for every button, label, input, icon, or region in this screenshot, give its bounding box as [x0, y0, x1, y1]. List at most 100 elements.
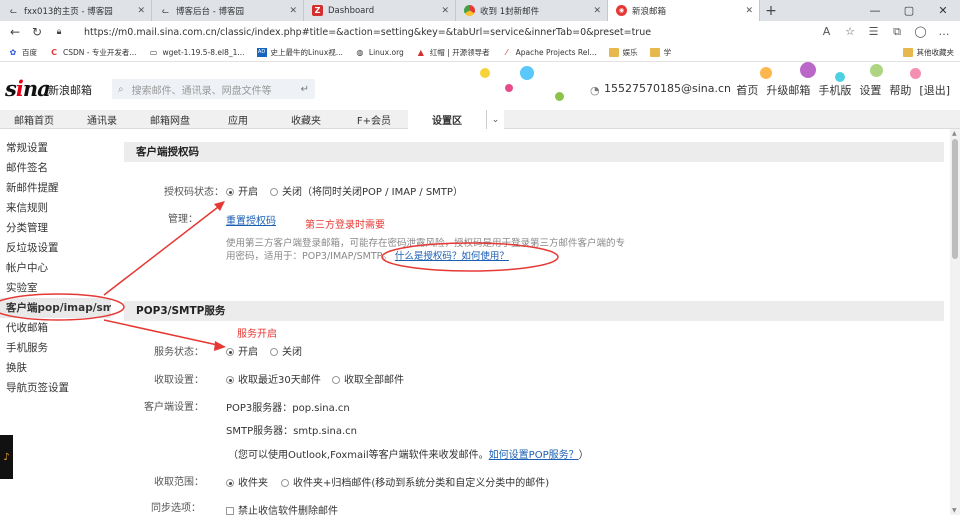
pop-help-link[interactable]: 如何设置POP服务？ [489, 450, 579, 461]
refresh-icon[interactable]: ↻ [28, 25, 46, 39]
browser-tab[interactable]: 收到 1封新邮件 ✕ [456, 0, 608, 21]
scroll-up-icon[interactable]: ▲ [952, 130, 957, 137]
service-off-radio[interactable]: 关闭 [270, 343, 302, 358]
auth-off-radio[interactable]: 关闭（将同时关闭POP / IMAP / SMTP） [270, 183, 463, 198]
browser-tab[interactable]: ᓚ fxx013的主页 - 博客园 ✕ [0, 0, 152, 21]
account-menu[interactable]: ◔ 15527570185@sina.cn ⌄ [590, 82, 743, 97]
music-note-icon[interactable]: ♪ [0, 435, 13, 479]
close-icon[interactable]: ✕ [137, 6, 145, 16]
bookmark-folder-study[interactable]: 学 [649, 47, 671, 58]
service-on-radio[interactable]: 开启 [226, 343, 258, 358]
tab-netdisk[interactable]: 邮箱网盘 [136, 110, 204, 129]
minimize-icon[interactable]: — [858, 0, 892, 21]
tab-contacts[interactable]: 通讯录 [68, 110, 136, 129]
url-field[interactable]: https://m0.mail.sina.com.cn/classic/inde… [80, 24, 817, 41]
close-icon[interactable]: ✕ [745, 6, 753, 16]
collections-icon[interactable]: ⧉ [887, 25, 907, 39]
browser-tab-active[interactable]: ◉ 新浪邮箱 ✕ [608, 0, 760, 21]
lock-icon[interactable]: 🔒︎ [50, 27, 68, 37]
tab-favorites[interactable]: 收藏夹 [272, 110, 340, 129]
scroll-down-icon[interactable]: ▼ [952, 507, 957, 514]
bookmark-csdn[interactable]: C CSDN - 专业开发者... [49, 47, 136, 58]
receive-30days-radio[interactable]: 收取最近30天邮件 [226, 371, 321, 386]
nav-mobile[interactable]: 手机版 [818, 82, 851, 98]
maximize-icon[interactable]: ▢ [892, 0, 926, 21]
browser-tab[interactable]: Z Dashboard ✕ [304, 0, 456, 21]
receive-all-radio[interactable]: 收取全部邮件 [332, 371, 404, 386]
sidebar-item-antispam[interactable]: 反垃圾设置 [0, 238, 111, 258]
tab-title: Dashboard [328, 5, 375, 16]
scrollbar[interactable]: ▲ ▼ [950, 129, 960, 515]
read-aloud-icon[interactable]: A [817, 25, 837, 38]
bookmark-label: 娱乐 [622, 47, 638, 57]
bookmark-redhat[interactable]: ▲ 红帽 | 开源领导者 [416, 47, 490, 58]
more-icon[interactable]: … [934, 25, 954, 38]
nav-logout[interactable]: [退出] [919, 82, 950, 98]
logo-text: 新浪邮箱 [48, 84, 92, 97]
nav-upgrade[interactable]: 升级邮箱 [766, 82, 810, 98]
profile-icon[interactable]: ◯ [911, 25, 931, 38]
scrollbar-thumb[interactable] [952, 139, 958, 259]
favorites-icon[interactable]: ☰ [864, 25, 884, 38]
bookmark-linux-video[interactable]: AD 史上最牛的Linux视... [256, 47, 343, 58]
sidebar-item-skin[interactable]: 换肤 [0, 358, 111, 378]
folder-icon [649, 47, 660, 57]
user-icon: ◔ [590, 83, 600, 97]
close-icon[interactable]: ✕ [289, 6, 297, 16]
star-icon[interactable]: ☆ [840, 25, 860, 38]
sidebar-item-new-mail-alert[interactable]: 新邮件提醒 [0, 178, 111, 198]
range-archive-radio[interactable]: 收件夹+归档邮件(移动到系统分类和自定义分类中的邮件) [281, 474, 549, 489]
chevron-down-icon[interactable]: ⌄ [486, 110, 504, 129]
sidebar-item-client[interactable]: 客户端pop/imap/smtp [0, 298, 111, 318]
sidebar-item-collect[interactable]: 代收邮箱 [0, 318, 111, 338]
bookmark-label: Linux.org [368, 47, 404, 57]
tab-settings[interactable]: 设置区 [408, 110, 486, 129]
radio-label: 收件夹+归档邮件(移动到系统分类和自定义分类中的邮件) [293, 478, 550, 489]
sina-logo[interactable]: sina [5, 76, 51, 101]
search-input[interactable]: ⌕ 搜索邮件、通讯录、网盘文件等 ↵ [112, 79, 315, 99]
sidebar-item-rules[interactable]: 来信规则 [0, 198, 111, 218]
sidebar-item-account[interactable]: 帐户中心 [0, 258, 111, 278]
sidebar-item-lab[interactable]: 实验室 [0, 278, 111, 298]
new-tab-button[interactable]: + [760, 0, 782, 21]
sidebar-item-nav-tabs[interactable]: 导航页签设置 [0, 378, 111, 398]
sidebar-item-signature[interactable]: 邮件签名 [0, 158, 111, 178]
browser-tab[interactable]: ᓚ 博客后台 - 博客园 ✕ [152, 0, 304, 21]
nav-home[interactable]: 首页 [736, 82, 758, 98]
close-icon[interactable]: ✕ [593, 6, 601, 16]
browser-tab-strip: ᓚ fxx013的主页 - 博客园 ✕ ᓚ 博客后台 - 博客园 ✕ Z Das… [0, 0, 960, 21]
sidebar-item-mobile[interactable]: 手机服务 [0, 338, 111, 358]
bookmark-folder-entertainment[interactable]: 娱乐 [608, 47, 638, 58]
bookmark-apache[interactable]: ⁄ Apache Projects Rel... [502, 48, 597, 57]
bookmark-linux-org[interactable]: ◍ Linux.org [355, 47, 404, 57]
bookmark-baidu[interactable]: ✿ 百度 [8, 47, 37, 58]
tab-apps[interactable]: 应用 [204, 110, 272, 129]
bookmark-wget[interactable]: ▭ wget-1.19.5-8.el8_1... [149, 48, 245, 57]
nav-help[interactable]: 帮助 [889, 82, 911, 98]
sidebar-item-general[interactable]: 常规设置 [0, 138, 111, 158]
close-icon[interactable]: ✕ [441, 6, 449, 16]
nav-settings[interactable]: 设置 [859, 82, 881, 98]
ad-icon: AD [256, 47, 267, 57]
sidebar-item-categories[interactable]: 分类管理 [0, 218, 111, 238]
tab-mail-home[interactable]: 邮箱首页 [0, 110, 68, 129]
range-inbox-radio[interactable]: 收件夹 [226, 474, 268, 489]
auth-on-radio[interactable]: 开启 [226, 183, 258, 198]
smtp-server: SMTP服务器：smtp.sina.cn [226, 426, 357, 437]
auth-help-link[interactable]: 什么是授权码？如何使用？ [395, 251, 509, 262]
sync-checkbox[interactable]: 禁止收信软件删除邮件 [226, 502, 338, 515]
back-icon[interactable]: ← [6, 25, 24, 39]
close-window-icon[interactable]: ✕ [926, 0, 960, 21]
tab-fplus[interactable]: F+会员 [340, 110, 408, 129]
reset-auth-code-link[interactable]: 重置授权码 [226, 212, 276, 227]
browser-tools: A ☆ ☰ ⧉ ◯ … [817, 25, 955, 39]
z-icon: Z [312, 5, 323, 16]
client-note-text: （您可以使用Outlook,Foxmail等客户端软件来收发邮件。 [228, 450, 489, 461]
bookmark-folder-other[interactable]: 其他收藏夹 [902, 47, 954, 58]
url-text: https://m0.mail.sina.com.cn/classic/inde… [84, 26, 652, 38]
radio-label: 关闭（将同时关闭POP / IMAP / SMTP） [282, 187, 463, 198]
enter-icon[interactable]: ↵ [301, 84, 309, 95]
bookmark-label: 红帽 | 开源领导者 [429, 47, 490, 57]
folder-icon [608, 47, 619, 57]
sync-label: 同步选项： [151, 503, 201, 514]
